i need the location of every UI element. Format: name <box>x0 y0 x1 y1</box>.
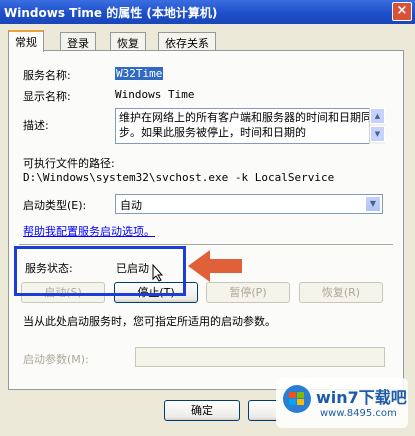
scroll-up-icon[interactable]: ▲ <box>370 108 385 124</box>
display-name-label: 显示名称: <box>23 90 71 103</box>
tab-dependencies[interactable]: 依存关系 <box>158 32 216 51</box>
general-panel: 服务名称: W32Time 显示名称: Windows Time 描述: 维护在… <box>8 50 404 390</box>
service-name-text: W32Time <box>115 67 164 80</box>
service-name-label: 服务名称: <box>23 69 71 82</box>
startup-type-label: 启动类型(E): <box>23 199 87 212</box>
tab-general[interactable]: 常规 <box>8 30 44 52</box>
close-icon[interactable]: × <box>392 2 412 21</box>
scroll-down-icon[interactable]: ▼ <box>370 126 385 142</box>
tab-recovery[interactable]: 恢复 <box>110 32 146 51</box>
exe-path-label: 可执行文件的路径: <box>23 157 115 170</box>
pause-button[interactable]: 暂停(P) <box>206 282 290 303</box>
red-arrow-icon <box>188 250 242 282</box>
ok-button[interactable]: 确定 <box>164 400 240 421</box>
start-params-label: 启动参数(M): <box>23 353 89 366</box>
description-box[interactable]: 维护在网络上的所有客户端和服务器的时间和日期同步。如果此服务被停止，时间和日期的 <box>115 108 385 144</box>
watermark-text: win7下载吧 <box>316 388 407 407</box>
start-params-input[interactable] <box>135 347 385 367</box>
service-name-value[interactable]: W32Time <box>115 67 164 80</box>
tab-logon[interactable]: 登录 <box>60 32 96 51</box>
chevron-down-icon[interactable]: ▼ <box>365 196 381 212</box>
description-text: 维护在网络上的所有客户端和服务器的时间和日期同步。如果此服务被停止，时间和日期的 <box>119 111 372 139</box>
exe-path-value: D:\Windows\system32\svchost.exe -k Local… <box>23 171 335 184</box>
startup-type-value: 自动 <box>120 199 142 212</box>
cancel-button[interactable] <box>248 400 278 421</box>
startup-type-select[interactable]: 自动 ▼ <box>115 194 383 214</box>
display-name-value: Windows Time <box>115 88 195 101</box>
background-strip <box>0 428 415 436</box>
description-label: 描述: <box>23 119 49 132</box>
windows-logo-icon <box>283 385 311 413</box>
resume-button[interactable]: 恢复(R) <box>299 282 383 303</box>
description-scrollbar[interactable]: ▲ ▼ <box>369 108 385 144</box>
window-title-bar: Windows Time 的属性 (本地计算机) × <box>0 0 415 24</box>
start-params-hint: 当从此处启动服务时，您可指定所适用的启动参数。 <box>23 315 276 328</box>
help-configure-link[interactable]: 帮助我配置服务启动选项。 <box>23 223 155 239</box>
window-title: Windows Time 的属性 (本地计算机) <box>4 6 218 20</box>
watermark-url: www.8495.com <box>320 408 397 419</box>
mouse-cursor-icon <box>152 264 164 282</box>
watermark: win7下载吧 www.8495.com <box>276 378 408 428</box>
